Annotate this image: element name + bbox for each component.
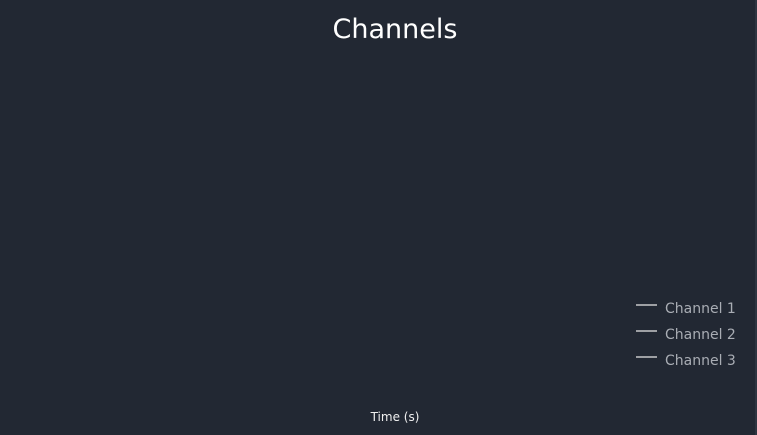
chart-title: Channels <box>333 14 458 45</box>
legend-label-3: Channel 3 <box>665 353 736 369</box>
legend: Channel 1 Channel 2 Channel 3 <box>636 301 736 369</box>
x-axis-label: Time (s) <box>370 410 420 424</box>
legend-label-1: Channel 1 <box>665 301 736 317</box>
channels-chart: Channels Time (s) Channel 1Channel 2Chan… <box>333 14 736 424</box>
legend-label-2: Channel 2 <box>665 327 736 343</box>
